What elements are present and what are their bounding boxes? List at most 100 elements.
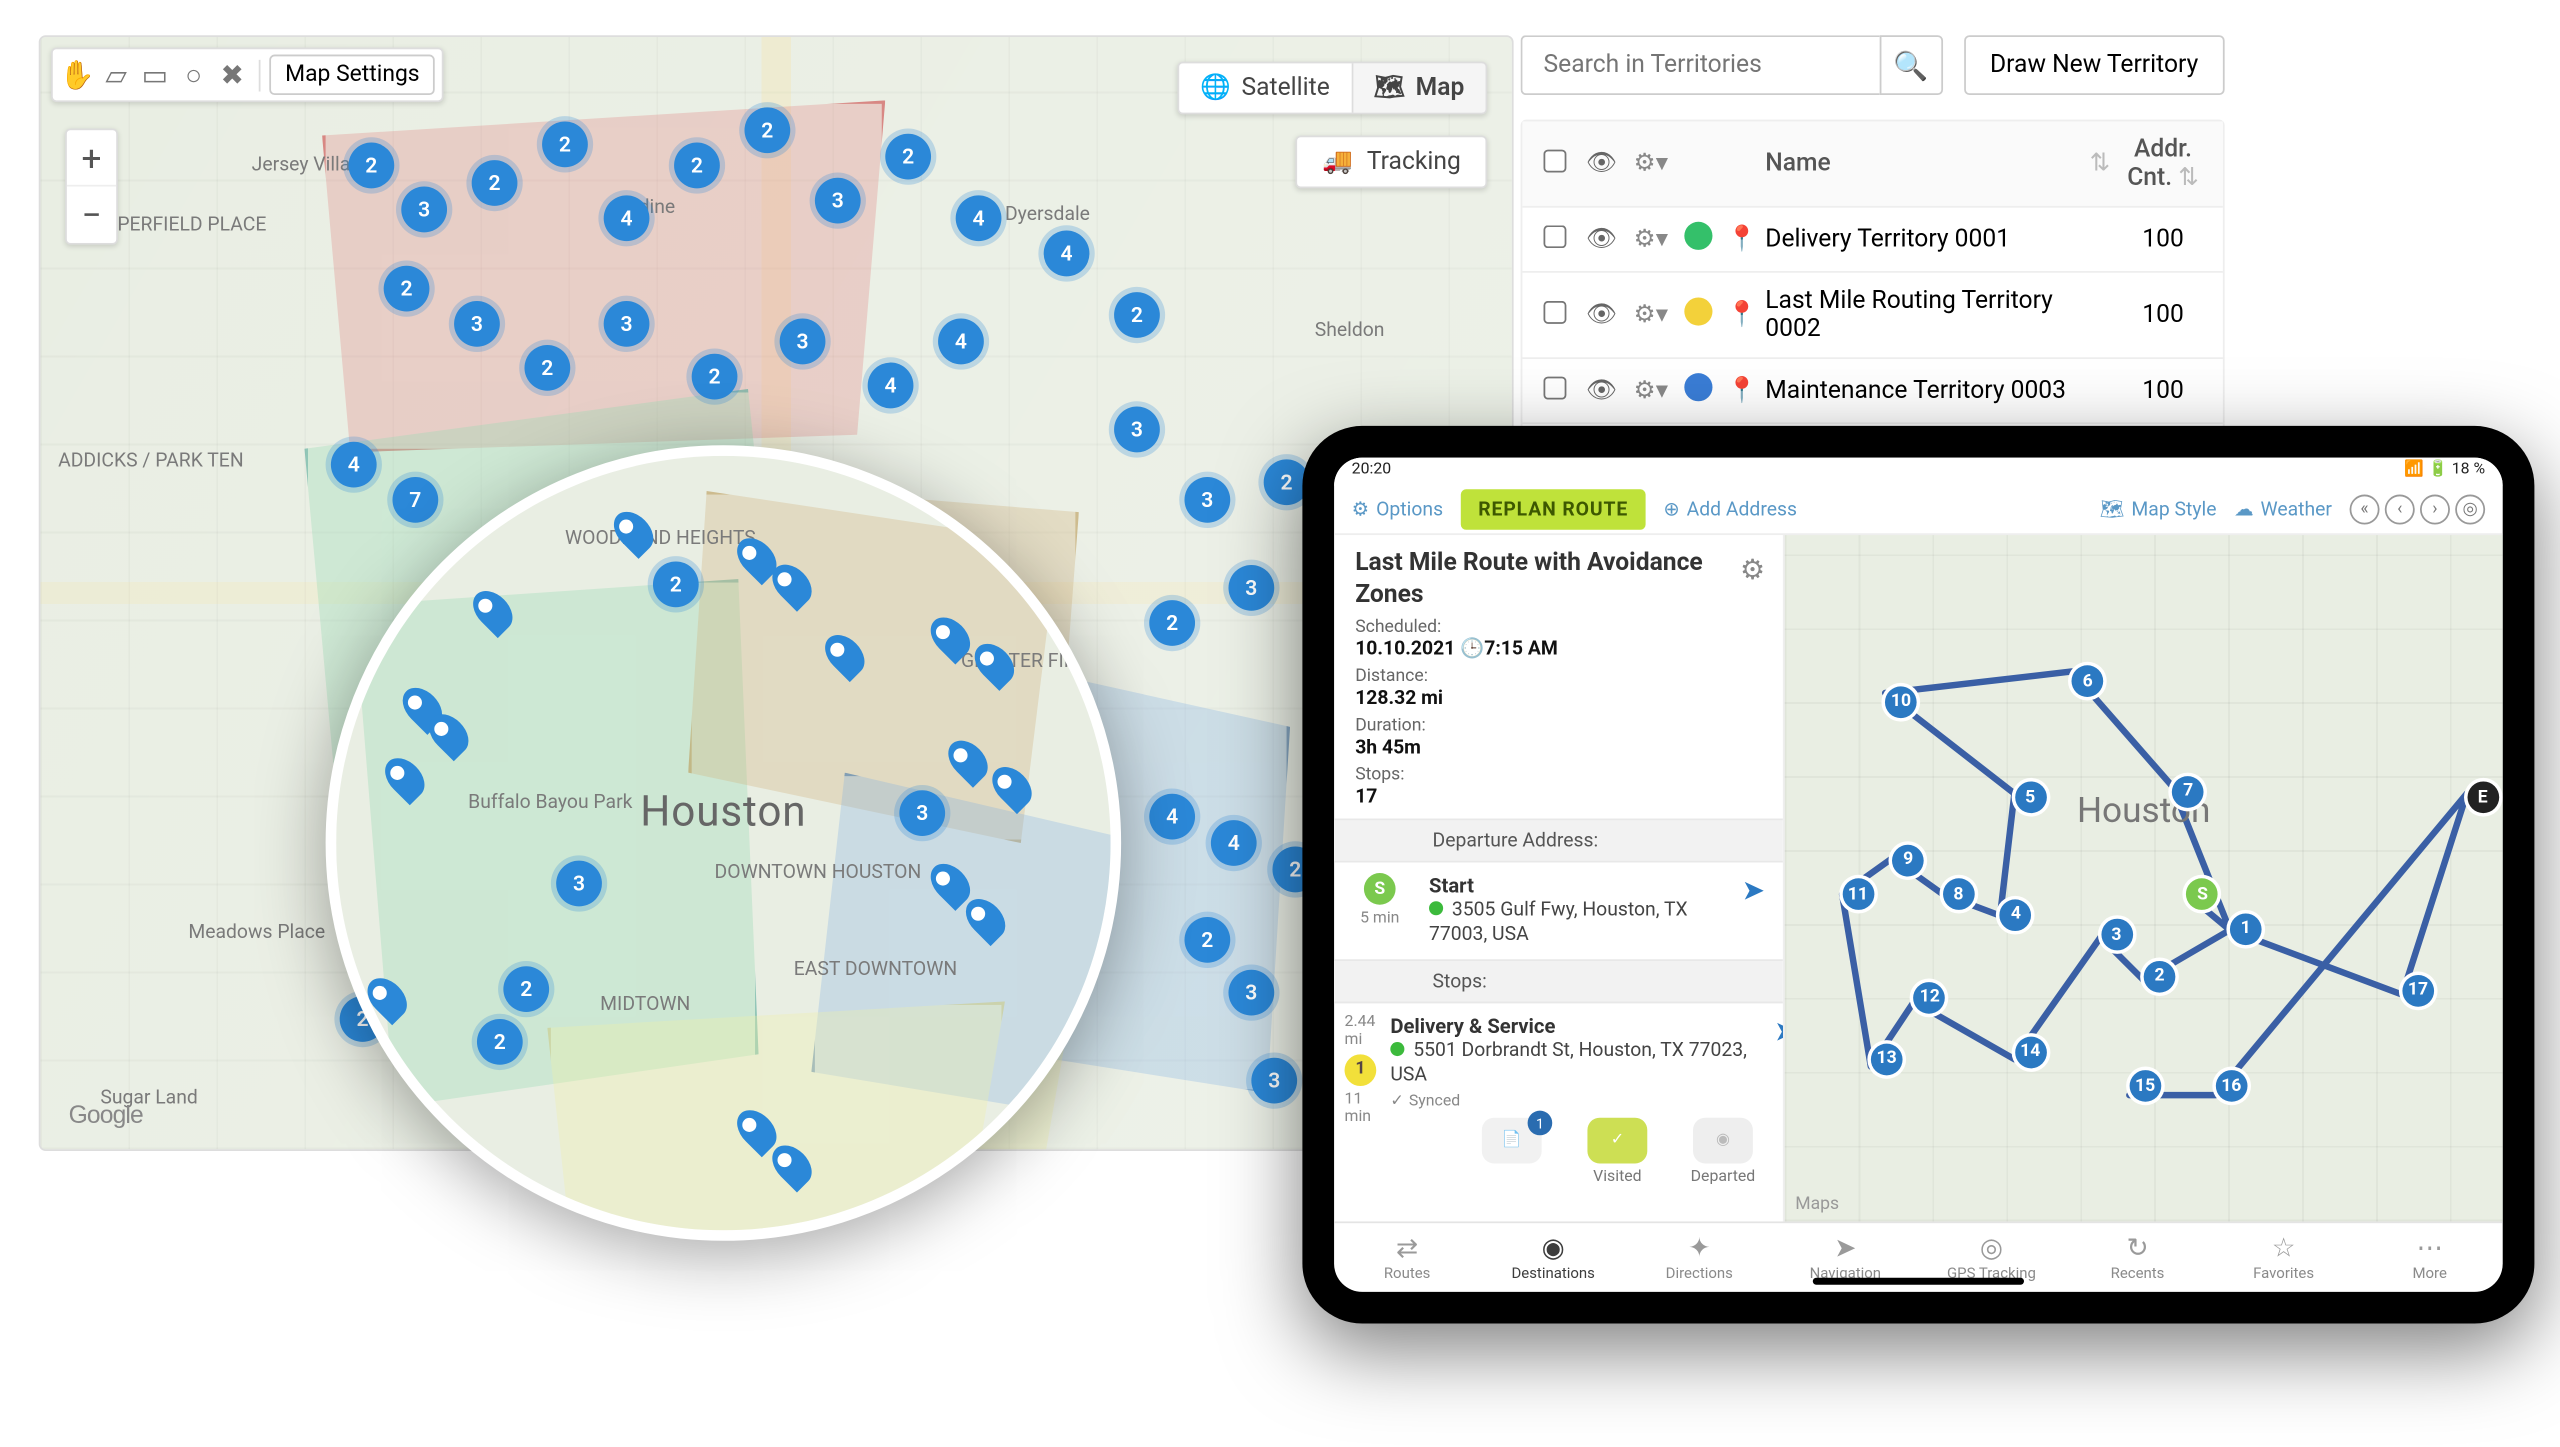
map-toggle[interactable]: 🗺 Map: [1353, 63, 1486, 112]
visibility-toggle-icon[interactable]: 👁: [1579, 294, 1625, 336]
route-stop-marker[interactable]: 2: [2144, 961, 2176, 993]
route-stop-marker[interactable]: 11: [1842, 878, 1874, 910]
visibility-toggle-icon[interactable]: 👁: [1579, 370, 1625, 412]
route-panel: ⚙ Last Mile Route with Avoidance Zones S…: [1334, 535, 1785, 1221]
search-input[interactable]: [1521, 35, 1879, 95]
route-stop-marker[interactable]: 10: [1885, 686, 1917, 718]
pin[interactable]: 3: [815, 178, 861, 224]
pin[interactable]: 3: [1228, 565, 1274, 611]
home-indicator[interactable]: [1813, 1278, 2024, 1285]
pin[interactable]: 4: [868, 363, 914, 409]
pin[interactable]: 3: [454, 301, 500, 347]
circle-tool-icon[interactable]: ○: [176, 57, 211, 92]
route-stop-marker[interactable]: 17: [2402, 974, 2434, 1006]
pin[interactable]: 3: [1114, 407, 1160, 453]
departed-action[interactable]: ◉ Departed: [1686, 1118, 1760, 1187]
pin[interactable]: 2: [885, 134, 931, 180]
tracking-button[interactable]: 🚚 Tracking: [1296, 136, 1487, 189]
add-address-button[interactable]: ⊕ Add Address: [1663, 498, 1797, 521]
route-stop-marker[interactable]: 14: [2014, 1036, 2046, 1068]
visibility-toggle-icon[interactable]: 👁: [1579, 218, 1625, 260]
prev-route-icon[interactable]: ‹: [2385, 495, 2415, 525]
navigate-icon[interactable]: ➤: [1742, 873, 1766, 906]
pin[interactable]: 3: [401, 187, 447, 233]
map-settings-button[interactable]: Map Settings: [269, 55, 435, 95]
satellite-toggle[interactable]: 🌐 Satellite: [1179, 63, 1353, 112]
pin[interactable]: 3: [1228, 970, 1274, 1016]
target-route-icon[interactable]: ◎: [2455, 495, 2485, 525]
count-header[interactable]: Addr. Cnt. ⇅: [2117, 128, 2209, 198]
pin[interactable]: 2: [348, 143, 394, 189]
tab-favorites[interactable]: ☆Favorites: [2211, 1223, 2357, 1292]
options-button[interactable]: ⚙ Options: [1352, 498, 1443, 521]
replan-route-button[interactable]: REPLAN ROUTE: [1461, 489, 1646, 529]
stops-list[interactable]: Departure Address: S 5 min Start 3505 Gu…: [1334, 818, 1783, 1221]
pin[interactable]: 4: [1149, 794, 1195, 840]
pin[interactable]: 2: [542, 121, 588, 167]
tab-recents[interactable]: ↻Recents: [2064, 1223, 2210, 1292]
row-settings-icon[interactable]: ⚙▾: [1624, 294, 1677, 336]
territory-row[interactable]: 👁⚙▾📍Delivery Territory 0001100: [1522, 208, 2222, 273]
pin[interactable]: 3: [1184, 477, 1230, 523]
map-style-button[interactable]: 🗺 Map Style: [2100, 498, 2217, 521]
route-stop-marker[interactable]: 16: [2215, 1070, 2247, 1102]
route-stop-marker[interactable]: 13: [1871, 1043, 1903, 1075]
row-settings-icon[interactable]: ⚙▾: [1624, 370, 1677, 412]
pin[interactable]: 4: [938, 319, 984, 365]
pin[interactable]: 4: [1211, 820, 1257, 866]
pin[interactable]: 2: [1184, 917, 1230, 963]
row-checkbox[interactable]: [1544, 224, 1567, 247]
pin[interactable]: 2: [674, 143, 720, 189]
visited-action[interactable]: ✓ Visited: [1580, 1118, 1654, 1187]
tab-label: More: [2412, 1265, 2446, 1283]
pin[interactable]: 4: [956, 195, 1002, 241]
note-action[interactable]: 📄1: [1475, 1118, 1549, 1187]
route-stop-marker[interactable]: 8: [1943, 878, 1975, 910]
route-stop-marker[interactable]: 9: [1892, 844, 1924, 876]
visited-label: Visited: [1593, 1169, 1641, 1187]
next-route-icon[interactable]: ›: [2420, 495, 2450, 525]
route-stop-marker[interactable]: 15: [2129, 1070, 2161, 1102]
delete-tool-icon[interactable]: ✖: [215, 57, 250, 92]
polygon-tool-icon[interactable]: ▱: [99, 57, 134, 92]
rectangle-tool-icon[interactable]: ▭: [137, 57, 172, 92]
directions-icon: ✦: [1688, 1232, 1710, 1264]
row-settings-icon[interactable]: ⚙▾: [1624, 218, 1677, 260]
pin[interactable]: 2: [524, 345, 570, 391]
hand-tool-icon[interactable]: ✋: [60, 57, 95, 92]
stop-start[interactable]: S 5 min Start 3505 Gulf Fwy, Houston, TX…: [1334, 862, 1783, 958]
pin[interactable]: 3: [780, 319, 826, 365]
name-header[interactable]: Name ⇅: [1758, 143, 2117, 185]
navigate-icon[interactable]: ➤: [1774, 1013, 1783, 1046]
pin[interactable]: 2: [692, 354, 738, 400]
row-checkbox[interactable]: [1544, 376, 1567, 399]
tab-directions[interactable]: ✦Directions: [1626, 1223, 1772, 1292]
draw-territory-button[interactable]: Draw New Territory: [1964, 35, 2225, 95]
tab-more[interactable]: ⋯More: [2357, 1223, 2503, 1292]
territory-row[interactable]: 👁⚙▾📍Last Mile Routing Territory 0002100: [1522, 273, 2222, 359]
row-checkbox[interactable]: [1544, 300, 1567, 323]
pin[interactable]: 3: [604, 301, 650, 347]
tab-routes[interactable]: ⇄Routes: [1334, 1223, 1480, 1292]
first-route-icon[interactable]: «: [2350, 495, 2380, 525]
route-stop-marker[interactable]: 1: [2230, 913, 2262, 945]
pin[interactable]: 4: [604, 195, 650, 241]
pin[interactable]: 4: [1044, 231, 1090, 277]
pin[interactable]: 3: [1251, 1058, 1297, 1104]
zoom-in-button[interactable]: +: [67, 130, 116, 186]
territory-row[interactable]: 👁⚙▾📍Maintenance Territory 0003100: [1522, 359, 2222, 424]
route-settings-icon[interactable]: ⚙: [1740, 553, 1765, 586]
select-all-checkbox[interactable]: [1544, 149, 1567, 172]
pin[interactable]: 2: [472, 160, 518, 206]
pin[interactable]: 2: [1114, 292, 1160, 338]
pin[interactable]: 2: [384, 266, 430, 312]
gear-dropdown-icon[interactable]: ⚙▾: [1624, 143, 1677, 185]
pin[interactable]: 2: [744, 107, 790, 153]
zoom-out-button[interactable]: −: [67, 187, 116, 243]
weather-button[interactable]: ☁ Weather: [2234, 498, 2332, 521]
tablet-map[interactable]: Houston 106759118423121314151617S1E Maps: [1785, 535, 2503, 1221]
stop-1[interactable]: 2.44 mi 1 11 min Delivery & Service 5501…: [1334, 1002, 1783, 1204]
pin[interactable]: 2: [1149, 600, 1195, 646]
tab-destinations[interactable]: ◉Destinations: [1480, 1223, 1626, 1292]
search-button[interactable]: 🔍: [1879, 35, 1942, 95]
